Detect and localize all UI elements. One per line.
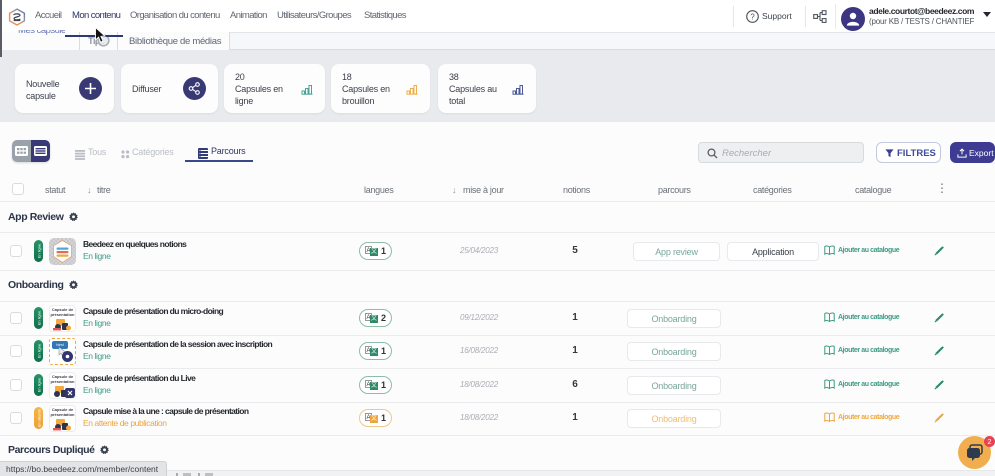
svg-text:?: ? (750, 12, 755, 21)
